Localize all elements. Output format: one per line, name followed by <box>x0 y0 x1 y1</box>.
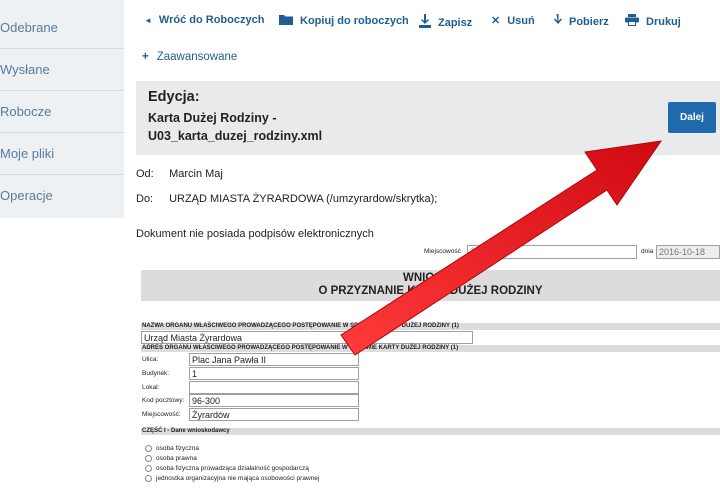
city-label: Miejscowość: <box>142 411 181 418</box>
place-label: Miejscowość <box>424 248 461 255</box>
sidebar-item-odebrane[interactable]: Odebrane <box>0 7 124 49</box>
unit-input[interactable] <box>189 381 359 394</box>
save-button[interactable]: Zapisz <box>419 14 472 31</box>
date-input[interactable]: 2016-10-18 <box>656 245 720 259</box>
copy-to-drafts-button[interactable]: Kopiuj do roboczych <box>279 14 409 28</box>
radio-circle <box>145 465 152 472</box>
unit-label: Lokal: <box>142 384 160 391</box>
street-input[interactable]: Plac Jana Pawła II <box>189 353 359 366</box>
download-button[interactable]: Pobierz <box>553 14 609 29</box>
from-line: Od: Marcin Maj <box>136 168 223 180</box>
authority-name-input[interactable]: Urząd Miasta Żyrardowa <box>141 331 473 344</box>
back-button[interactable]: ◄ Wróć do Roboczych <box>144 14 264 26</box>
back-arrow-icon: ◄ <box>144 15 152 25</box>
form-title: WNIOSEK O PRZYZNANIE KARTY DUŻEJ RODZINY <box>141 270 720 301</box>
close-icon: ✕ <box>491 15 501 27</box>
radio-osoba-fizyczna[interactable]: osoba fizyczna <box>145 445 199 452</box>
advanced-toggle[interactable]: + Zaawansowane <box>142 51 237 63</box>
postal-code-label: Kod pocztowy: <box>142 397 185 404</box>
place-input[interactable]: Żyrardów <box>467 245 637 259</box>
radio-dzialalnosc[interactable]: osoba fizyczna prowadząca działalność go… <box>145 465 309 472</box>
sidebar-item-robocze[interactable]: Robocze <box>0 91 124 133</box>
folder-icon <box>279 14 293 28</box>
radio-jednostka[interactable]: jednostka organizacyjna nie mająca osobo… <box>145 475 319 482</box>
delete-button[interactable]: ✕ Usuń <box>491 14 535 28</box>
city-input[interactable]: Żyrardów <box>189 408 359 421</box>
radio-circle <box>145 455 152 462</box>
to-line: Do: URZĄD MIASTA ŻYRARDOWA (/umzyrardow/… <box>136 193 438 205</box>
next-button[interactable]: Dalej <box>668 102 716 133</box>
sidebar-item-operacje[interactable]: Operacje <box>0 175 124 217</box>
download-arrow-icon <box>553 14 562 29</box>
sidebar-item-label: Odebrane <box>0 20 58 35</box>
street-label: Ulica: <box>142 356 159 363</box>
sidebar-item-wyslane[interactable]: Wysłane <box>0 49 124 91</box>
radio-circle <box>145 445 152 452</box>
radio-osoba-prawna[interactable]: osoba prawna <box>145 455 197 462</box>
edit-document-name-line2: U03_karta_duzej_rodziny.xml <box>148 129 323 143</box>
to-value: URZĄD MIASTA ŻYRARDOWA (/umzyrardow/skry… <box>169 193 438 205</box>
signature-note: Dokument nie posiada podpisów elektronic… <box>136 228 374 240</box>
edit-document-name-line1: Karta Dużej Rodziny - <box>148 111 277 125</box>
print-button[interactable]: Drukuj <box>625 14 681 29</box>
sidebar: Odebrane Wysłane Robocze Moje pliki Oper… <box>0 0 124 218</box>
sidebar-item-label: Robocze <box>0 104 52 119</box>
sidebar-item-label: Operacje <box>0 188 53 203</box>
sidebar-item-moje-pliki[interactable]: Moje pliki <box>0 133 124 175</box>
plus-icon: + <box>142 51 149 63</box>
sidebar-item-label: Moje pliki <box>0 146 55 161</box>
from-value: Marcin Maj <box>169 168 223 180</box>
section-authority-address: ADRES ORGANU WŁAŚCIWEGO PROWADZĄCEGO POS… <box>141 345 720 352</box>
postal-code-input[interactable]: 96-300 <box>189 394 359 407</box>
sidebar-item-label: Wysłane <box>0 62 50 77</box>
edit-panel: Edycja: Karta Dużej Rodziny - U03_karta_… <box>136 81 720 155</box>
edit-document-name: Karta Dużej Rodziny - U03_karta_duzej_ro… <box>148 109 368 145</box>
date-label: dnia <box>641 248 654 255</box>
edit-title: Edycja: <box>148 89 200 105</box>
section-authority-name: NAZWA ORGANU WŁAŚCIWEGO PROWADZĄCEGO POS… <box>141 323 720 330</box>
building-label: Budynek: <box>142 370 170 377</box>
save-download-icon <box>419 14 431 31</box>
printer-icon <box>625 14 639 29</box>
radio-circle <box>145 475 152 482</box>
building-input[interactable]: 1 <box>189 367 359 380</box>
section-part1: CZĘŚĆ I - Dane wnioskodawcy <box>141 428 720 435</box>
